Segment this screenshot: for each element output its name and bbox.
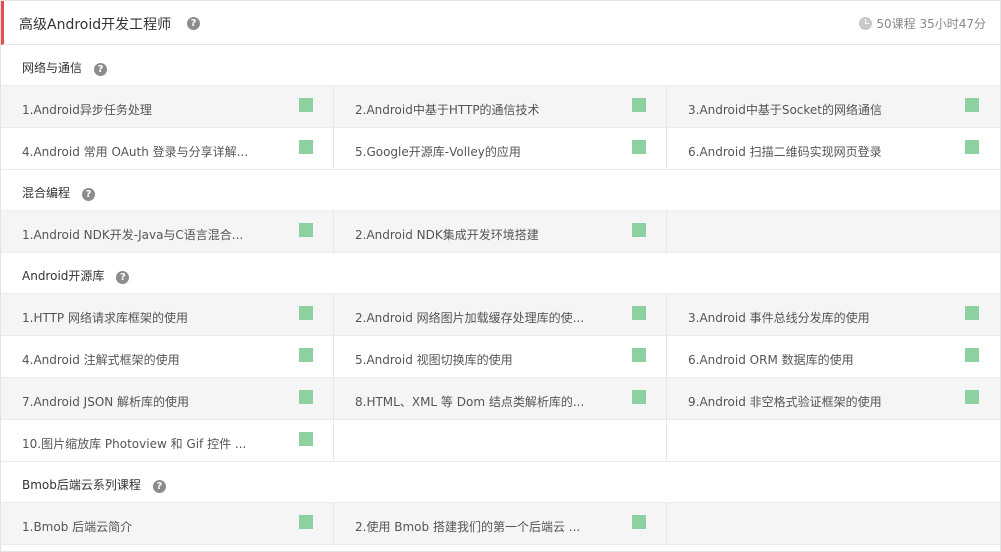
status-square-icon: [632, 98, 646, 112]
lesson-item[interactable]: 3.Android 事件总线分发库的使用: [667, 294, 1000, 335]
status-square-icon: [965, 390, 979, 404]
section-header: 混合编程?: [1, 170, 1000, 211]
lesson-item[interactable]: 6.Android ORM 数据库的使用: [667, 336, 1000, 377]
course-panel: 高级Android开发工程师 ? 50课程 35小时47分 网络与通信? 1.An…: [0, 0, 1001, 552]
help-icon[interactable]: ?: [187, 17, 200, 30]
lesson-title: 2.Android中基于HTTP的通信技术: [355, 103, 540, 117]
section-title-wrap: 网络与通信?: [22, 59, 108, 76]
lesson-title: 1.Android异步任务处理: [22, 103, 152, 117]
status-square-icon: [299, 390, 313, 404]
course-stats: 50课程 35小时47分: [859, 15, 986, 32]
lesson-item[interactable]: 1.Bmob 后端云简介: [1, 503, 334, 544]
section-list: 网络与通信? 1.Android异步任务处理 2.Android中基于HTTP的通信…: [1, 45, 1000, 545]
lesson-title: 6.Android 扫描二维码实现网页登录: [688, 145, 882, 159]
status-square-icon: [965, 348, 979, 362]
section-title-wrap: Bmob后端云系列课程?: [22, 476, 166, 493]
course-row: 1.Android NDK开发-Java与C语言混合... 2.Android N…: [1, 211, 1000, 253]
lesson-item[interactable]: 4.Android 常用 OAuth 登录与分享详解...: [1, 128, 334, 169]
status-square-icon: [632, 348, 646, 362]
course-row: 7.Android JSON 解析库的使用 8.HTML、XML 等 Dom 结点…: [1, 378, 1000, 420]
lesson-item[interactable]: 6.Android 扫描二维码实现网页登录: [667, 128, 1000, 169]
status-square-icon: [299, 515, 313, 529]
course-row: 1.Bmob 后端云简介 2.使用 Bmob 搭建我们的第一个后端云 ...: [1, 503, 1000, 545]
empty-cell: [334, 420, 667, 461]
empty-cell: [667, 420, 1000, 461]
lesson-title: 4.Android 常用 OAuth 登录与分享详解...: [22, 145, 249, 159]
help-icon[interactable]: ?: [94, 63, 108, 76]
status-square-icon: [299, 348, 313, 362]
course-title[interactable]: 高级Android开发工程师: [19, 14, 171, 34]
status-square-icon: [299, 306, 313, 320]
lesson-item[interactable]: 2.Android 网络图片加载缓存处理库的使...: [334, 294, 667, 335]
lesson-title: 5.Android 视图切换库的使用: [355, 353, 513, 367]
course-row: 4.Android 注解式框架的使用 5.Android 视图切换库的使用 6.An…: [1, 336, 1000, 378]
help-icon[interactable]: ?: [82, 188, 96, 201]
lesson-item[interactable]: 2.Android NDK集成开发环境搭建: [334, 211, 667, 252]
lesson-title: 2.使用 Bmob 搭建我们的第一个后端云 ...: [355, 520, 581, 534]
lesson-title: 1.Bmob 后端云简介: [22, 520, 133, 534]
status-square-icon: [965, 140, 979, 154]
lesson-item[interactable]: 3.Android中基于Socket的网络通信: [667, 86, 1000, 127]
status-square-icon: [299, 140, 313, 154]
section-title: 混合编程: [22, 186, 71, 200]
lesson-item[interactable]: 4.Android 注解式框架的使用: [1, 336, 334, 377]
lesson-title: 8.HTML、XML 等 Dom 结点类解析库的...: [355, 395, 585, 409]
lesson-item[interactable]: 1.Android NDK开发-Java与C语言混合...: [1, 211, 334, 252]
lesson-item[interactable]: 9.Android 非空格式验证框架的使用: [667, 378, 1000, 419]
course-row: 1.HTTP 网络请求库框架的使用 2.Android 网络图片加载缓存处理库的使…: [1, 294, 1000, 336]
status-square-icon: [632, 390, 646, 404]
lesson-item[interactable]: 7.Android JSON 解析库的使用: [1, 378, 334, 419]
lesson-item[interactable]: 10.图片缩放库 Photoview 和 Gif 控件 ...: [1, 420, 334, 461]
lesson-title: 7.Android JSON 解析库的使用: [22, 395, 190, 409]
clock-icon: [859, 17, 873, 30]
lesson-title: 1.HTTP 网络请求库框架的使用: [22, 311, 188, 325]
course-stats-text: 50课程 35小时47分: [876, 17, 986, 31]
status-square-icon: [632, 223, 646, 237]
course-header: 高级Android开发工程师 ? 50课程 35小时47分: [1, 1, 1000, 45]
lesson-item[interactable]: 8.HTML、XML 等 Dom 结点类解析库的...: [334, 378, 667, 419]
lesson-item[interactable]: 5.Android 视图切换库的使用: [334, 336, 667, 377]
section-header: Bmob后端云系列课程?: [1, 462, 1000, 503]
status-square-icon: [632, 306, 646, 320]
lesson-title: 4.Android 注解式框架的使用: [22, 353, 180, 367]
lesson-title: 5.Google开源库-Volley的应用: [355, 145, 521, 159]
status-square-icon: [299, 432, 313, 446]
lesson-item[interactable]: 5.Google开源库-Volley的应用: [334, 128, 667, 169]
section-title-wrap: Android开源库?: [22, 267, 130, 284]
lesson-title: 2.Android NDK集成开发环境搭建: [355, 228, 539, 242]
course-row: 4.Android 常用 OAuth 登录与分享详解... 5.Google开源库…: [1, 128, 1000, 170]
section-title: 网络与通信: [22, 61, 83, 75]
lesson-title: 2.Android 网络图片加载缓存处理库的使...: [355, 311, 585, 325]
status-square-icon: [965, 306, 979, 320]
lesson-title: 6.Android ORM 数据库的使用: [688, 353, 854, 367]
lesson-title: 3.Android 事件总线分发库的使用: [688, 311, 870, 325]
section-header: 网络与通信?: [1, 45, 1000, 86]
section-title-wrap: 混合编程?: [22, 184, 96, 201]
lesson-item[interactable]: 2.使用 Bmob 搭建我们的第一个后端云 ...: [334, 503, 667, 544]
section-title: Android开源库: [22, 269, 105, 283]
empty-cell: [667, 211, 1000, 252]
help-icon[interactable]: ?: [152, 480, 166, 493]
status-square-icon: [965, 98, 979, 112]
status-square-icon: [632, 515, 646, 529]
lesson-title: 3.Android中基于Socket的网络通信: [688, 103, 883, 117]
status-square-icon: [299, 98, 313, 112]
empty-cell: [667, 503, 1000, 544]
lesson-item[interactable]: 1.HTTP 网络请求库框架的使用: [1, 294, 334, 335]
help-icon[interactable]: ?: [116, 271, 130, 284]
section-title: Bmob后端云系列课程: [22, 478, 141, 492]
status-square-icon: [299, 223, 313, 237]
lesson-title: 10.图片缩放库 Photoview 和 Gif 控件 ...: [22, 437, 247, 451]
status-square-icon: [632, 140, 646, 154]
section-header: Android开源库?: [1, 253, 1000, 294]
lesson-item[interactable]: 2.Android中基于HTTP的通信技术: [334, 86, 667, 127]
lesson-title: 1.Android NDK开发-Java与C语言混合...: [22, 228, 244, 242]
course-row: 10.图片缩放库 Photoview 和 Gif 控件 ...: [1, 420, 1000, 462]
lesson-item[interactable]: 1.Android异步任务处理: [1, 86, 334, 127]
course-row: 1.Android异步任务处理 2.Android中基于HTTP的通信技术 3.An…: [1, 86, 1000, 128]
lesson-title: 9.Android 非空格式验证框架的使用: [688, 395, 882, 409]
